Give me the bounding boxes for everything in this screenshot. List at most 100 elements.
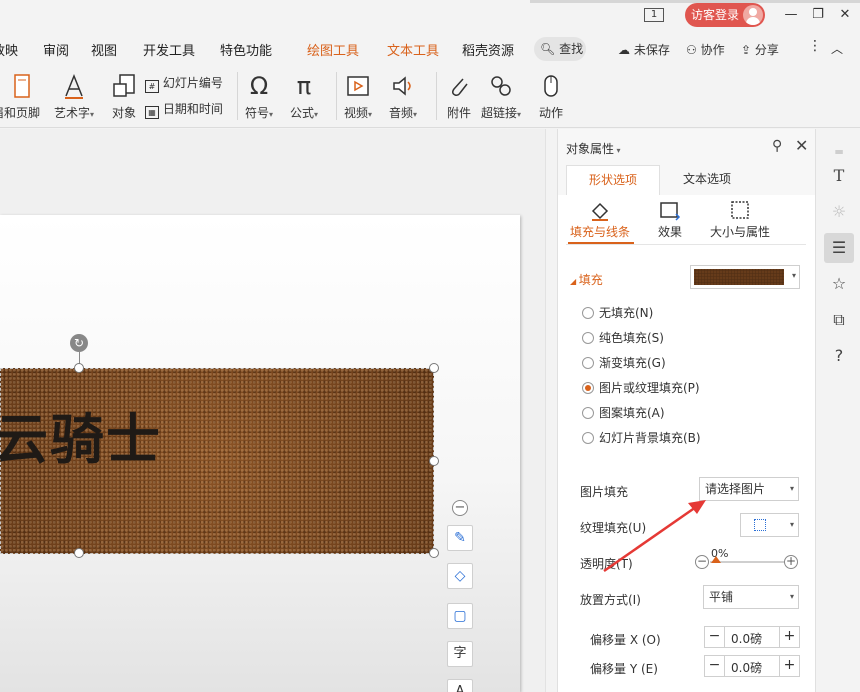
fill-section-header[interactable]: ◢ 填充 [570,271,603,288]
collab-label: 协作 [700,43,725,57]
subtab-fill-line[interactable]: 填充与线条 [570,199,630,240]
offset-x-stepper[interactable]: − 0.0磅 + [704,626,800,648]
subtab-effect[interactable]: 效果 [658,199,682,240]
ribbon-separator [436,72,437,120]
slide-title-text[interactable]: 云骑士 [0,395,162,474]
offset-x-label: 偏移量 X (O) [590,633,661,647]
calendar-icon: ▦ [145,106,159,119]
tab-text-tools[interactable]: 文本工具 [387,40,439,59]
transparency-slider-thumb[interactable] [711,556,721,563]
radio-pattern-fill[interactable]: 图案填充(A) [582,404,665,421]
wordart-icon [65,73,84,99]
resize-handle-bottom[interactable] [74,548,84,558]
tab-docer[interactable]: 稻壳资源 [462,40,514,59]
offset-y-stepper[interactable]: − 0.0磅 + [704,655,800,677]
search-button[interactable]: 🔍︎ 查找 [534,37,586,61]
vertical-scrollbar[interactable] [545,129,557,692]
symbol-button[interactable]: Ω 符号▾ [245,72,273,121]
slide-counter-icon[interactable]: 1 [644,8,664,22]
radio-dot [582,407,594,419]
collapse-ribbon-icon[interactable]: ︿ [831,40,843,57]
placement-select[interactable]: 平铺 ▾ [703,585,799,609]
tab-developer[interactable]: 开发工具 [143,40,195,59]
guest-login-button[interactable]: 访客登录 [685,3,765,27]
speaker-icon [393,76,411,96]
tab-view[interactable]: 视图 [91,40,117,59]
size-icon [731,201,749,219]
slide-number-button[interactable]: # 幻灯片编号 [145,74,223,93]
text-icon[interactable]: T [824,161,854,191]
tab-slideshow[interactable]: 放映 [0,40,18,59]
rotate-handle-icon[interactable]: ↻ [70,334,88,352]
settings-sliders-icon[interactable]: ☰ [824,233,854,263]
fill-texture-dropdown[interactable]: ▾ [690,265,800,289]
outline-icon[interactable]: ▢ [447,603,473,629]
collapse-quick-tools-icon[interactable]: − [452,500,468,516]
transparency-slider-track[interactable] [710,561,790,563]
help-icon[interactable]: ? [824,341,854,371]
radio-gradient-fill[interactable]: 渐变填充(G) [582,354,666,371]
share-button[interactable]: ⇪ 分享 [741,41,779,58]
wordart-button[interactable]: 艺术字▾ [54,72,94,121]
cloud-icon: ☁ [618,43,630,57]
date-time-button[interactable]: ▦ 日期和时间 [145,100,223,119]
panel-body: 填充与线条 效果 大小与属性 ◢ 填充 ▾ 无填充(N) 纯色填充(S) 渐变填… [558,195,816,692]
slide[interactable]: ↻ 云骑士 − ✎ ◇ ▢ 字 A [0,215,520,692]
object-button[interactable]: 对象 [110,72,138,121]
slide-canvas[interactable]: ↻ 云骑士 − ✎ ◇ ▢ 字 A [0,129,545,692]
audio-button[interactable]: 音频▾ [389,72,417,121]
radio-slide-background-fill[interactable]: 幻灯片背景填充(B) [582,429,701,446]
star-icon[interactable]: ☆ [824,269,854,299]
resize-handle-right[interactable] [429,456,439,466]
ribbon-tabs: 放映 审阅 视图 开发工具 特色功能 绘图工具 文本工具 稻壳资源 [0,34,860,64]
radio-no-fill[interactable]: 无填充(N) [582,304,653,321]
header-footer-button[interactable]: 眉和页脚 [0,72,40,121]
tab-drawing-tools[interactable]: 绘图工具 [307,40,359,59]
resize-handle-bottom-right[interactable] [429,548,439,558]
restore-button[interactable]: ❐ [809,6,827,24]
radio-solid-fill[interactable]: 纯色填充(S) [582,329,664,346]
video-button[interactable]: 视频▾ [344,72,372,121]
more-icon[interactable]: ⋮ [808,38,822,54]
tab-features[interactable]: 特色功能 [220,40,272,59]
picture-fill-select[interactable]: 请选择图片 ▾ [699,477,799,501]
text-style-icon[interactable]: A [447,679,473,692]
hyperlink-button[interactable]: 超链接▾ [481,72,521,121]
transparency-increase-button[interactable]: + [784,555,798,569]
close-panel-icon[interactable]: ✕ [795,136,808,155]
offset-y-label: 偏移量 Y (E) [590,662,658,676]
chevron-down-icon: ▾ [789,592,794,601]
offset-x-decrease[interactable]: − [705,627,725,647]
radio-dot [582,332,594,344]
attachment-button[interactable]: 附件 [445,72,473,121]
brush-icon[interactable]: ✎ [447,525,473,551]
side-toolbar: ═ T ☼ ☰ ☆ ⧉ ? [815,129,860,692]
formula-button[interactable]: π 公式▾ [290,72,318,121]
action-button[interactable]: 动作 [537,72,565,121]
offset-y-increase[interactable]: + [779,656,799,676]
offset-x-increase[interactable]: + [779,627,799,647]
tab-shape-options[interactable]: 形状选项 [566,165,660,195]
transparency-decrease-button[interactable]: − [695,555,709,569]
unsaved-button[interactable]: ☁ 未保存 [618,41,670,58]
radio-picture-texture-fill[interactable]: 图片或纹理填充(P) [582,379,700,396]
pin-icon[interactable]: ⚲ [772,138,782,154]
resize-handle-top-right[interactable] [429,363,439,373]
resize-handle-top[interactable] [74,363,84,373]
subtab-size-properties[interactable]: 大小与属性 [710,199,770,240]
collab-button[interactable]: ⚇ 协作 [686,41,725,58]
transparency-label: 透明度(T) [580,557,633,571]
fill-bucket-icon[interactable]: ◇ [447,563,473,589]
tab-text-options[interactable]: 文本选项 [660,165,754,195]
panel-title[interactable]: 对象属性 ▾ [566,140,621,157]
omega-icon: Ω [249,72,269,100]
unsaved-label: 未保存 [633,43,670,57]
minimize-button[interactable]: — [782,6,800,24]
text-wrap-icon[interactable]: 字 [447,641,473,667]
copy-icon[interactable]: ⧉ [824,305,854,335]
texture-fill-select[interactable]: ▾ [740,513,799,537]
close-window-button[interactable]: ✕ [836,6,854,24]
offset-y-decrease[interactable]: − [705,656,725,676]
lightbulb-icon[interactable]: ☼ [824,197,854,227]
tab-review[interactable]: 审阅 [43,40,69,59]
